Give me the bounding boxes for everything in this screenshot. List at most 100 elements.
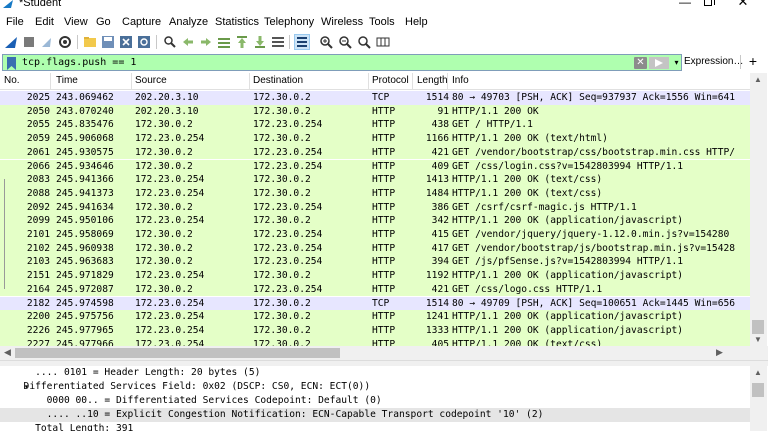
- autoscroll-button[interactable]: [270, 34, 286, 50]
- packet-number: 2050: [26, 105, 50, 117]
- menu-edit[interactable]: Edit: [35, 16, 54, 28]
- scroll-thumb[interactable]: [15, 348, 340, 358]
- capture-options-button[interactable]: [57, 34, 73, 50]
- packet-row[interactable]: 2088 245.941373 172.23.0.254 172.30.0.2 HTTP…: [0, 186, 750, 201]
- zoom-out-button[interactable]: [337, 34, 353, 50]
- normal-size-button[interactable]: [356, 34, 372, 50]
- packet-length: 421: [431, 283, 449, 295]
- packet-time: 243.070240: [56, 105, 114, 117]
- packet-row[interactable]: 2050 243.070240 202.20.3.10 172.30.0.2 HTTP 9…: [0, 104, 750, 119]
- menu-tools[interactable]: Tools: [369, 16, 395, 28]
- start-capture-button[interactable]: [3, 34, 19, 50]
- packet-protocol: HTTP: [372, 119, 396, 131]
- packet-row[interactable]: 2083 245.941366 172.23.0.254 172.30.0.2 HTTP…: [0, 173, 750, 187]
- packet-row[interactable]: 2099 245.950106 172.23.0.254 172.30.0.2 HTTP…: [0, 214, 750, 228]
- save-file-button[interactable]: [100, 34, 116, 50]
- column-header-source[interactable]: Source: [135, 75, 167, 86]
- detail-row[interactable]: .... ..10 = Explicit Congestion Notifica…: [0, 408, 750, 422]
- menu-statistics[interactable]: Statistics: [215, 16, 259, 28]
- column-header-no[interactable]: No.: [4, 75, 20, 86]
- detail-row[interactable]: .... 0101 = Header Length: 20 bytes (5): [0, 366, 750, 380]
- scroll-down-icon[interactable]: ▼: [754, 335, 762, 344]
- packet-destination: 172.30.0.2: [253, 105, 311, 117]
- restore-icon: [704, 0, 715, 6]
- restore-button[interactable]: [693, 0, 723, 10]
- packet-row[interactable]: 2061 245.930575 172.30.0.2 172.23.0.254 HTTP…: [0, 145, 750, 160]
- packet-row[interactable]: 2151 245.971829 172.23.0.254 172.30.0.2 HTTP…: [0, 269, 750, 283]
- find-packet-button[interactable]: [162, 34, 178, 50]
- expression-button[interactable]: Expression…: [684, 56, 743, 67]
- packet-list-vertical-scrollbar[interactable]: ▲ ▼: [750, 73, 767, 346]
- open-file-button[interactable]: [82, 34, 98, 50]
- column-header-info[interactable]: Info: [452, 75, 469, 86]
- packet-row[interactable]: 2226 245.977965 172.23.0.254 172.30.0.2 HTTP…: [0, 323, 750, 338]
- packet-list-horizontal-scrollbar[interactable]: ◀ ▶: [0, 346, 750, 360]
- scroll-up-icon[interactable]: ▲: [754, 368, 762, 377]
- add-filter-button[interactable]: +: [746, 53, 760, 69]
- packet-row[interactable]: 2164 245.972087 172.30.0.2 172.23.0.254 HTTP…: [0, 282, 750, 297]
- menu-go[interactable]: Go: [96, 16, 111, 28]
- menu-help[interactable]: Help: [405, 16, 428, 28]
- packet-destination: 172.30.0.2: [253, 187, 311, 199]
- scroll-up-icon[interactable]: ▲: [754, 75, 762, 84]
- packet-source: 172.23.0.254: [135, 324, 205, 336]
- scroll-thumb[interactable]: [752, 383, 764, 397]
- menu-capture[interactable]: Capture: [122, 16, 161, 28]
- scroll-thumb[interactable]: [752, 320, 764, 334]
- detail-row[interactable]: ▾ Differentiated Services Field: 0x02 (D…: [0, 380, 750, 394]
- packet-row[interactable]: 2055 245.835476 172.30.0.2 172.23.0.254 HTTP…: [0, 118, 750, 133]
- colorize-button[interactable]: [294, 34, 310, 50]
- column-header-destination[interactable]: Destination: [253, 75, 303, 86]
- display-filter-input[interactable]: tcp.flags.push == 1 ✕ ▾: [2, 54, 682, 71]
- menu-view[interactable]: View: [64, 16, 88, 28]
- clear-filter-button[interactable]: ✕: [634, 57, 647, 69]
- packet-row[interactable]: 2059 245.906068 172.23.0.254 172.30.0.2 HTTP…: [0, 132, 750, 146]
- packet-row[interactable]: 2092 245.941634 172.30.0.2 172.23.0.254 HTTP…: [0, 200, 750, 215]
- go-back-button[interactable]: [180, 34, 196, 50]
- column-header-length[interactable]: Length: [417, 75, 448, 86]
- go-to-packet-button[interactable]: [216, 34, 232, 50]
- column-header-protocol[interactable]: Protocol: [372, 75, 409, 86]
- menu-telephony[interactable]: Telephony: [264, 16, 314, 28]
- close-file-button[interactable]: [118, 34, 134, 50]
- packet-time: 245.941634: [56, 201, 114, 213]
- details-vertical-scrollbar[interactable]: ▲: [750, 366, 767, 431]
- detail-text: .... ..10 = Explicit Congestion Notifica…: [12, 409, 544, 420]
- packet-protocol: HTTP: [372, 311, 396, 323]
- menu-file[interactable]: File: [6, 16, 24, 28]
- scroll-left-icon[interactable]: ◀: [4, 347, 11, 358]
- packet-row[interactable]: 2101 245.958069 172.30.0.2 172.23.0.254 HTTP…: [0, 228, 750, 242]
- packet-destination: 172.23.0.254: [253, 256, 323, 268]
- packet-list: No. Time Source Destination Protocol Len…: [0, 73, 768, 346]
- last-packet-button[interactable]: [252, 34, 268, 50]
- detail-row[interactable]: 0000 00.. = Differentiated Services Code…: [0, 394, 750, 408]
- menu-wireless[interactable]: Wireless: [321, 16, 363, 28]
- packet-row[interactable]: 2103 245.963683 172.30.0.2 172.23.0.254 HTTP…: [0, 255, 750, 270]
- zoom-in-button[interactable]: [318, 34, 334, 50]
- packet-row[interactable]: 2200 245.975756 172.23.0.254 172.30.0.2 HTTP…: [0, 310, 750, 324]
- scroll-right-icon[interactable]: ▶: [716, 347, 723, 358]
- column-header-time[interactable]: Time: [56, 75, 78, 86]
- packet-row[interactable]: 2227 245.977966 172.23.0.254 172.30.0.2 HTTP…: [0, 337, 750, 346]
- first-packet-button[interactable]: [234, 34, 250, 50]
- packet-destination: 172.30.0.2: [253, 297, 311, 309]
- go-forward-button[interactable]: [198, 34, 214, 50]
- detail-row[interactable]: Total Length: 391: [0, 422, 750, 431]
- packet-row[interactable]: 2182 245.974598 172.23.0.254 172.30.0.2 TCP 1…: [0, 296, 750, 311]
- packet-row[interactable]: 2025 243.069462 202.20.3.10 172.30.0.2 TCP 15…: [0, 91, 750, 105]
- filter-history-dropdown[interactable]: ▾: [671, 57, 682, 69]
- reload-file-button[interactable]: [136, 34, 152, 50]
- menu-analyze[interactable]: Analyze: [169, 16, 208, 28]
- apply-filter-button[interactable]: [649, 57, 669, 69]
- packet-row[interactable]: 2102 245.960938 172.30.0.2 172.23.0.254 HTTP…: [0, 241, 750, 256]
- packet-row[interactable]: 2066 245.934646 172.30.0.2 172.23.0.254 HTTP…: [0, 159, 750, 174]
- bookmark-icon[interactable]: [6, 57, 17, 70]
- packet-protocol: HTTP: [372, 201, 396, 213]
- close-button[interactable]: ✕: [728, 0, 758, 10]
- packet-source: 172.30.0.2: [135, 160, 193, 172]
- restart-capture-button[interactable]: [39, 34, 55, 50]
- packet-info: HTTP/1.1 200 OK (application/javascript): [452, 270, 684, 282]
- autoscroll-icon: [272, 37, 284, 47]
- resize-columns-button[interactable]: [375, 34, 391, 50]
- stop-capture-button[interactable]: [21, 34, 37, 50]
